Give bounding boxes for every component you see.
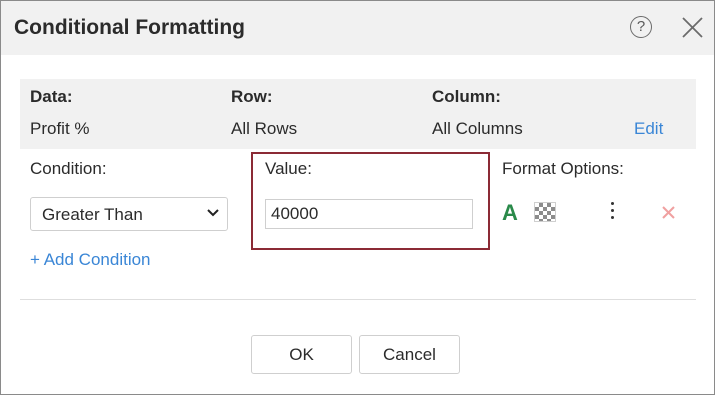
value-label: Value: [265, 159, 312, 178]
cancel-button[interactable]: Cancel [359, 335, 460, 374]
value-input[interactable] [265, 199, 473, 229]
row-label: Row: [231, 87, 273, 106]
help-icon[interactable]: ? [630, 16, 652, 38]
data-value: Profit % [30, 119, 90, 138]
condition-select[interactable]: Greater Than [30, 197, 228, 231]
data-label: Data: [30, 87, 73, 106]
column-label: Column: [432, 87, 501, 106]
format-options-label: Format Options: [502, 159, 624, 178]
edit-link[interactable]: Edit [634, 119, 663, 139]
add-condition-link[interactable]: + Add Condition [30, 250, 151, 270]
condition-label: Condition: [30, 159, 107, 178]
target-info-panel: Data: Profit % Row: All Rows Column: All… [20, 79, 696, 149]
delete-icon[interactable] [662, 206, 675, 219]
footer-divider [20, 299, 696, 300]
column-value: All Columns [432, 119, 523, 138]
chevron-down-icon [207, 209, 219, 217]
font-color-icon[interactable]: A [502, 200, 518, 226]
row-value: All Rows [231, 119, 298, 138]
dialog-header: Conditional Formatting ? [1, 1, 714, 55]
condition-selected-value: Greater Than [42, 205, 143, 224]
fill-color-icon[interactable] [534, 202, 556, 222]
conditional-formatting-dialog: Conditional Formatting ? Data: Profit % … [0, 0, 715, 395]
more-options-icon[interactable] [607, 202, 617, 226]
close-icon[interactable] [682, 17, 703, 38]
dialog-title: Conditional Formatting [14, 16, 245, 39]
ok-button[interactable]: OK [251, 335, 352, 374]
